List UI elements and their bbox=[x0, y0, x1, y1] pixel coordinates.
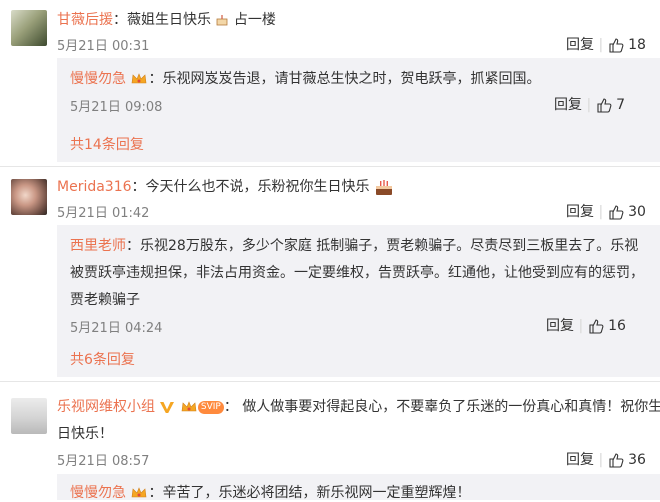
reply-button[interactable]: 回复 bbox=[566, 452, 594, 468]
avatar[interactable] bbox=[11, 398, 47, 434]
cake-emoji-icon bbox=[375, 180, 392, 195]
reply-text: 辛苦了，乐迷必将团结，新乐视网一定重塑辉煌！ bbox=[162, 485, 471, 501]
crown-badge-icon bbox=[132, 487, 147, 498]
comment-body: 乐视网维权小组 SVIP： 做人做事要对得起良心，不要辜负了乐迷的一份真心和真情… bbox=[57, 396, 660, 416]
reply-username[interactable]: 慢慢勿急 bbox=[70, 485, 126, 501]
comment-username[interactable]: 乐视网维权小组 bbox=[57, 399, 155, 415]
reply-actions: 回复 | 7 bbox=[554, 97, 625, 113]
thumbs-up-icon[interactable] bbox=[608, 452, 624, 468]
like-count: 7 bbox=[616, 97, 625, 113]
comment-timestamp: 5月21日 01:42 bbox=[57, 206, 150, 221]
comment-text: 今天什么也不说，乐粉祝你生日快乐 bbox=[145, 179, 370, 195]
reply-body: 西里老师：乐视28万股东，多少个家庭 抵制骗子，贾老赖骗子。尽责尽到三板里去了。… bbox=[70, 238, 639, 254]
more-replies-link[interactable]: 共14条回复 bbox=[70, 134, 144, 154]
comment-item: 甘薇后援：薇姐生日快乐 占一楼 5月21日 00:31 回复 | 18 慢慢勿急… bbox=[0, 0, 660, 165]
avatar[interactable] bbox=[11, 179, 47, 215]
thumbs-up-icon[interactable] bbox=[588, 318, 604, 334]
svip-badge: SVIP bbox=[197, 400, 224, 414]
reply-button[interactable]: 回复 bbox=[566, 37, 594, 53]
reply-box: 慢慢勿急 ：辛苦了，乐迷必将团结，新乐视网一定重塑辉煌！ bbox=[57, 474, 660, 501]
crown-badge-icon bbox=[132, 73, 147, 84]
reply-button[interactable]: 回复 bbox=[554, 97, 582, 113]
comment-body: 甘薇后援：薇姐生日快乐 占一楼 bbox=[57, 12, 276, 28]
comment-timestamp: 5月21日 00:31 bbox=[57, 39, 150, 54]
reply-timestamp: 5月21日 04:24 bbox=[70, 321, 163, 336]
comment-actions: 回复 | 36 bbox=[566, 452, 646, 468]
reply-username[interactable]: 慢慢勿急 bbox=[70, 71, 126, 87]
comment-text-line: 日快乐！ bbox=[57, 426, 113, 442]
like-count: 16 bbox=[608, 318, 626, 334]
comment-item: 乐视网维权小组 SVIP： 做人做事要对得起良心，不要辜负了乐迷的一份真心和真情… bbox=[0, 382, 660, 501]
reply-username[interactable]: 西里老师 bbox=[70, 238, 126, 254]
comment-text-line: 做人做事要对得起良心，不要辜负了乐迷的一份真心和真情！祝你生 bbox=[242, 399, 660, 415]
reply-actions: 回复 | 16 bbox=[546, 318, 626, 334]
like-count: 30 bbox=[628, 204, 646, 220]
thumbs-up-icon[interactable] bbox=[596, 97, 612, 113]
comment-username[interactable]: Merida316 bbox=[57, 179, 132, 195]
comment-timestamp: 5月21日 08:57 bbox=[57, 454, 150, 469]
reply-text-line: 被贾跃亭违规担保，非法占用资金。一定要维权，告贾跃亭。红通他，让他受到应有的惩罚… bbox=[70, 265, 644, 281]
avatar[interactable] bbox=[11, 10, 47, 46]
reply-text-line: 贾老赖骗子 bbox=[70, 292, 140, 308]
verified-v-icon bbox=[160, 402, 175, 413]
comment-actions: 回复 | 18 bbox=[566, 37, 646, 53]
more-replies-link[interactable]: 共6条回复 bbox=[70, 349, 135, 369]
thumbs-up-icon[interactable] bbox=[608, 204, 624, 220]
thumbs-up-icon[interactable] bbox=[608, 37, 624, 53]
reply-box: 慢慢勿急 ：乐视网岌岌告退，请甘薇总生快之时，贺电跃亭，抓紧回国。 5月21日 … bbox=[57, 58, 660, 162]
comment-item: Merida316：今天什么也不说，乐粉祝你生日快乐 5月21日 01:42 回… bbox=[0, 167, 660, 380]
comment-actions: 回复 | 30 bbox=[566, 204, 646, 220]
crown-badge-icon bbox=[181, 401, 197, 412]
like-count: 18 bbox=[628, 37, 646, 53]
reply-button[interactable]: 回复 bbox=[566, 204, 594, 220]
reply-timestamp: 5月21日 09:08 bbox=[70, 100, 163, 115]
reply-text-line: 乐视28万股东，多少个家庭 抵制骗子，贾老赖骗子。尽责尽到三板里去了。乐视 bbox=[140, 238, 639, 254]
comment-text-suffix: 占一楼 bbox=[233, 12, 276, 28]
reply-body: 慢慢勿急 ：辛苦了，乐迷必将团结，新乐视网一定重塑辉煌！ bbox=[70, 485, 471, 501]
reply-box: 西里老师：乐视28万股东，多少个家庭 抵制骗子，贾老赖骗子。尽责尽到三板里去了。… bbox=[57, 225, 660, 377]
comment-body: Merida316：今天什么也不说，乐粉祝你生日快乐 bbox=[57, 176, 394, 197]
reply-button[interactable]: 回复 bbox=[546, 318, 574, 334]
reply-body: 慢慢勿急 ：乐视网岌岌告退，请甘薇总生快之时，贺电跃亭，抓紧回国。 bbox=[70, 71, 541, 87]
comment-text: 薇姐生日快乐 bbox=[127, 12, 211, 28]
like-count: 36 bbox=[628, 452, 646, 468]
cake-emoji-icon bbox=[217, 15, 228, 26]
reply-text: 乐视网岌岌告退，请甘薇总生快之时，贺电跃亭，抓紧回国。 bbox=[162, 71, 541, 87]
comment-username[interactable]: 甘薇后援 bbox=[57, 12, 113, 28]
